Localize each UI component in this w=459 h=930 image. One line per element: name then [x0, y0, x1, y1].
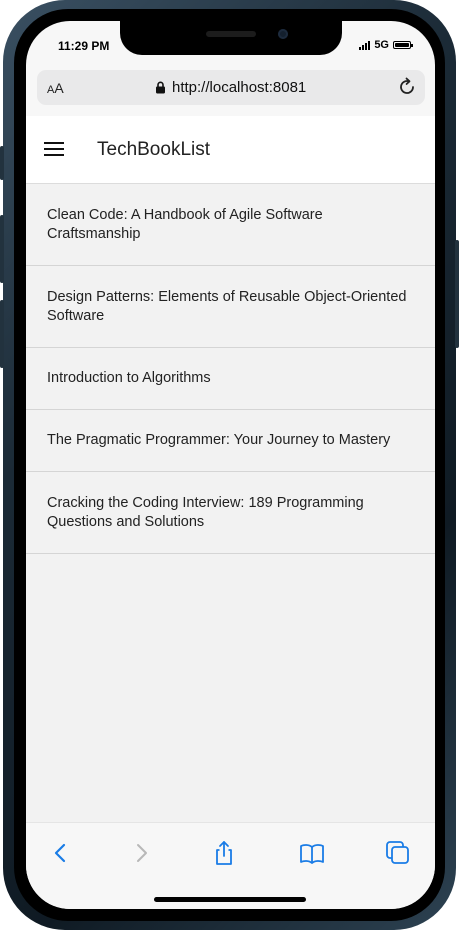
book-title: Clean Code: A Handbook of Agile Software…: [47, 206, 323, 242]
earpiece-speaker: [206, 31, 256, 37]
silent-switch: [0, 146, 4, 180]
app-header: TechBookList: [26, 116, 435, 184]
status-indicators: 5G: [359, 39, 413, 51]
volume-down-button: [0, 300, 4, 368]
battery-icon: [393, 41, 413, 49]
status-time: 11:29 PM: [58, 39, 110, 53]
front-camera-icon: [278, 29, 288, 39]
reload-icon[interactable]: [397, 77, 417, 97]
address-bar[interactable]: AA http://localhost:8081: [37, 70, 425, 105]
signal-strength-icon: [359, 40, 371, 50]
browser-toolbar: [26, 822, 435, 909]
book-list: Clean Code: A Handbook of Agile Software…: [26, 184, 435, 554]
text-size-button[interactable]: AA: [47, 80, 64, 96]
notch: [120, 21, 342, 55]
volume-up-button: [0, 215, 4, 283]
book-title: Introduction to Algorithms: [47, 370, 211, 386]
url-display[interactable]: http://localhost:8081: [155, 79, 306, 96]
power-button: [455, 240, 459, 348]
lock-icon: [156, 81, 165, 94]
back-icon[interactable]: [47, 839, 75, 867]
page-title: TechBookList: [97, 139, 211, 160]
list-item[interactable]: The Pragmatic Programmer: Your Journey t…: [26, 410, 435, 472]
list-item[interactable]: Clean Code: A Handbook of Agile Software…: [26, 184, 435, 266]
phone-screen: 11:29 PM 5G AA http://localhost:8081 Tec…: [26, 21, 435, 909]
forward-icon[interactable]: [127, 839, 155, 867]
text-size-large-label: A: [54, 80, 64, 96]
web-content: TechBookList Clean Code: A Handbook of A…: [26, 116, 435, 822]
list-item[interactable]: Design Patterns: Elements of Reusable Ob…: [26, 266, 435, 348]
home-indicator[interactable]: [154, 897, 306, 902]
bookmarks-icon[interactable]: [298, 839, 326, 867]
hamburger-menu-icon[interactable]: [44, 142, 64, 158]
share-icon[interactable]: [210, 839, 238, 867]
book-title: Cracking the Coding Interview: 189 Progr…: [47, 494, 364, 530]
url-text: http://localhost:8081: [172, 79, 307, 96]
list-item[interactable]: Introduction to Algorithms: [26, 348, 435, 410]
tabs-icon[interactable]: [384, 839, 412, 867]
list-item[interactable]: Cracking the Coding Interview: 189 Progr…: [26, 472, 435, 554]
book-title: Design Patterns: Elements of Reusable Ob…: [47, 288, 407, 324]
book-title: The Pragmatic Programmer: Your Journey t…: [47, 432, 391, 448]
network-type: 5G: [374, 39, 389, 51]
